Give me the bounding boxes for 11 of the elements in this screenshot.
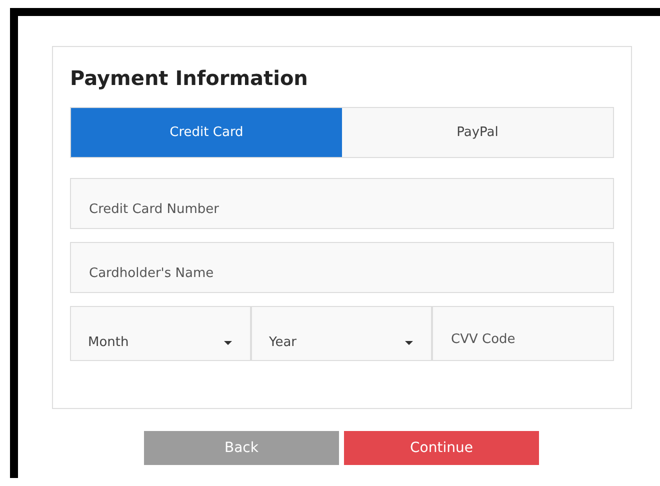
form-title: Payment Information (70, 65, 309, 91)
dropdown-field[interactable]: Month (70, 306, 251, 361)
input-field[interactable]: Cardholder's Name (70, 242, 614, 293)
continue-button[interactable]: Continue (344, 431, 539, 465)
payment-tab[interactable]: Credit Card (71, 108, 342, 157)
dropdown-field[interactable]: Year (251, 306, 432, 361)
caret-icon (224, 340, 232, 344)
input-field[interactable]: CVV Code (432, 306, 614, 361)
caret-icon (405, 340, 413, 344)
payment-tab[interactable]: PayPal (342, 108, 613, 157)
input-field[interactable]: Credit Card Number (70, 178, 614, 229)
